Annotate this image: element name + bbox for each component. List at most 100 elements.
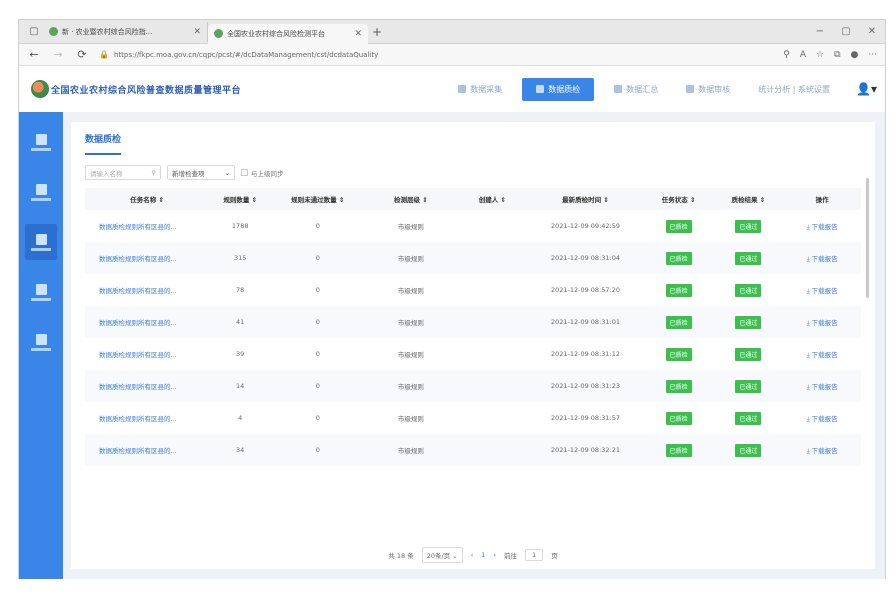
sidebar-item-5[interactable] — [25, 324, 57, 360]
task-name-link[interactable]: 数据质检规则所有区县的... — [99, 351, 177, 359]
task-name-link-cell[interactable]: 数据质检规则所有区县的... — [85, 210, 209, 242]
profile-icon[interactable]: ● — [851, 50, 859, 60]
download-report-link-cell[interactable]: ⤓ 下载报告 — [783, 274, 861, 306]
more-icon[interactable]: ··· — [868, 50, 877, 60]
tab-actions-icon[interactable]: ▢ — [25, 23, 43, 41]
download-report-link[interactable]: 下载报告 — [812, 223, 838, 231]
col-header-time[interactable]: 最新质检时间 ⇕ — [527, 188, 643, 210]
table-row: 数据质检规则所有区县的... 14 0 市级规则 2021-12-09 08:31:23… — [85, 370, 861, 402]
download-report-link[interactable]: 下载报告 — [812, 447, 838, 455]
task-name-link-cell[interactable]: 数据质检规则所有区县的... — [85, 434, 209, 466]
read-aloud-icon[interactable]: A — [800, 50, 806, 60]
download-report-link[interactable]: 下载报告 — [812, 415, 838, 423]
url-field[interactable]: 🔒 https://fkpc.moa.gov.cn/cqpc/pcst/#/dc… — [99, 50, 773, 59]
task-name-link-cell[interactable]: 数据质检规则所有区县的... — [85, 338, 209, 370]
col-header-name[interactable]: 任务名称 ⇕ — [85, 188, 209, 210]
failed-count: 0 — [315, 222, 320, 230]
table-scrollbar[interactable] — [866, 178, 869, 298]
failed-count-cell: 0 — [271, 306, 364, 338]
forward-icon[interactable]: → — [51, 48, 65, 61]
browser-tab-2[interactable]: 全国农业农村综合风险检测平台 ✕ — [208, 23, 368, 44]
favorite-icon[interactable]: ☆ — [816, 50, 824, 60]
check-level-cell: 市级规则 — [364, 402, 457, 434]
topnav-label: 数据汇总 — [626, 84, 659, 94]
download-report-link-cell[interactable]: ⤓ 下载报告 — [783, 306, 861, 338]
check-result-badge: 已通过 — [735, 347, 762, 361]
col-header-status[interactable]: 任务状态 ⇕ — [644, 188, 714, 210]
download-report-link-cell[interactable]: ⤓ 下载报告 — [783, 242, 861, 274]
latest-check-time-cell: 2021-12-09 08:31:04 — [527, 242, 643, 274]
col-header-failed[interactable]: 规则未通过数量 ⇕ — [271, 188, 364, 210]
task-name-link-cell[interactable]: 数据质检规则所有区县的... — [85, 306, 209, 338]
refresh-icon[interactable]: ⟳ — [75, 48, 89, 61]
col-header-rules[interactable]: 规则数量 ⇕ — [209, 188, 271, 210]
rule-count-cell: 1788 — [209, 210, 271, 242]
prev-page-button[interactable]: ‹ — [471, 551, 474, 559]
task-status-badge-cell: 已质检 — [644, 402, 714, 434]
task-name-link[interactable]: 数据质检规则所有区县的... — [99, 447, 177, 455]
back-icon[interactable]: ← — [27, 48, 41, 61]
collect-icon — [458, 85, 467, 93]
tab-bar: ▢ 新 · 农业暨农村综合风险指... ✕ 全国农业农村综合风险检测平台 ✕ +… — [19, 20, 885, 44]
download-report-link[interactable]: 下载报告 — [812, 287, 838, 295]
task-name-link[interactable]: 数据质检规则所有区县的... — [99, 255, 177, 263]
task-name-link-cell[interactable]: 数据质检规则所有区县的... — [85, 402, 209, 434]
search-input[interactable]: 请输入名称 ⚲ — [85, 165, 161, 180]
task-name-link[interactable]: 数据质检规则所有区县的... — [99, 287, 177, 295]
check-item-select[interactable]: 新增检查项 ⌄ — [167, 165, 235, 180]
next-page-button[interactable]: › — [493, 551, 496, 559]
col-header-level[interactable]: 检测层级 ⇕ — [364, 188, 457, 210]
task-name-link-cell[interactable]: 数据质检规则所有区县的... — [85, 242, 209, 274]
topnav-item-stats[interactable]: 统计分析 | 系统设置 — [750, 79, 838, 100]
collections-icon[interactable]: ⧉ — [834, 50, 840, 60]
topnav-item-quality[interactable]: 数据质检 — [522, 77, 595, 101]
download-report-link[interactable]: 下载报告 — [812, 255, 838, 263]
check-result-badge-cell: 已通过 — [714, 306, 784, 338]
current-page[interactable]: 1 — [481, 551, 485, 559]
minimize-button[interactable]: − — [807, 26, 833, 37]
search-icon[interactable]: ⚲ — [151, 169, 156, 177]
check-result-badge: 已通过 — [735, 251, 762, 265]
task-name-link[interactable]: 数据质检规则所有区县的... — [99, 383, 177, 391]
zoom-icon[interactable]: ⚲ — [783, 50, 790, 60]
checkbox-box[interactable] — [241, 169, 248, 176]
topnav-item-collect[interactable]: 数据采集 — [450, 79, 510, 100]
download-report-link-cell[interactable]: ⤓ 下载报告 — [783, 338, 861, 370]
sidebar-item-4[interactable] — [25, 274, 57, 310]
col-header-result[interactable]: 质检结果 ⇕ — [714, 188, 784, 210]
topnav-item-summary[interactable]: 数据汇总 — [606, 79, 666, 100]
sync-checkbox[interactable]: 与上级同步 — [241, 168, 284, 178]
task-name-link[interactable]: 数据质检规则所有区县的... — [99, 223, 177, 231]
close-window-button[interactable]: ✕ — [859, 26, 885, 37]
goto-page-input[interactable]: 1 — [525, 549, 544, 561]
task-name-link[interactable]: 数据质检规则所有区县的... — [99, 415, 177, 423]
col-header-creator[interactable]: 创建人 ⇕ — [457, 188, 527, 210]
new-tab-button[interactable]: + — [368, 25, 386, 39]
tab-close-icon[interactable]: ✕ — [193, 27, 201, 37]
download-report-link[interactable]: 下载报告 — [812, 319, 838, 327]
table-row: 数据质检规则所有区县的... 4 0 市级规则 2021-12-09 08:31:57 已… — [85, 402, 861, 434]
panel-title[interactable]: 数据质检 — [85, 132, 122, 155]
topnav-item-review[interactable]: 数据审核 — [678, 79, 738, 100]
download-report-link[interactable]: 下载报告 — [812, 383, 838, 391]
browser-tab-1[interactable]: 新 · 农业暨农村综合风险指... ✕ — [43, 21, 208, 42]
task-name-link-cell[interactable]: 数据质检规则所有区县的... — [85, 274, 209, 306]
download-report-link-cell[interactable]: ⤓ 下载报告 — [783, 402, 861, 434]
check-level: 市级规则 — [397, 287, 424, 295]
task-name-link[interactable]: 数据质检规则所有区县的... — [99, 319, 177, 327]
download-report-link-cell[interactable]: ⤓ 下载报告 — [783, 210, 861, 242]
quality-icon — [536, 85, 545, 93]
page-size-select[interactable]: 20条/页 ⌄ — [421, 547, 463, 563]
sidebar-item-1[interactable] — [25, 124, 57, 160]
user-avatar-icon[interactable]: 👤▾ — [856, 82, 877, 96]
sidebar-item-2[interactable] — [25, 174, 57, 210]
download-report-link-cell[interactable]: ⤓ 下载报告 — [783, 434, 861, 466]
tab-close-icon[interactable]: ✕ — [354, 29, 362, 39]
sidebar-item-3[interactable] — [25, 224, 57, 260]
maximize-button[interactable]: ▢ — [833, 26, 859, 37]
check-level-cell: 市级规则 — [364, 210, 457, 242]
failed-count: 0 — [315, 318, 320, 326]
download-report-link-cell[interactable]: ⤓ 下载报告 — [783, 370, 861, 402]
download-report-link[interactable]: 下载报告 — [812, 351, 838, 359]
task-name-link-cell[interactable]: 数据质检规则所有区县的... — [85, 370, 209, 402]
